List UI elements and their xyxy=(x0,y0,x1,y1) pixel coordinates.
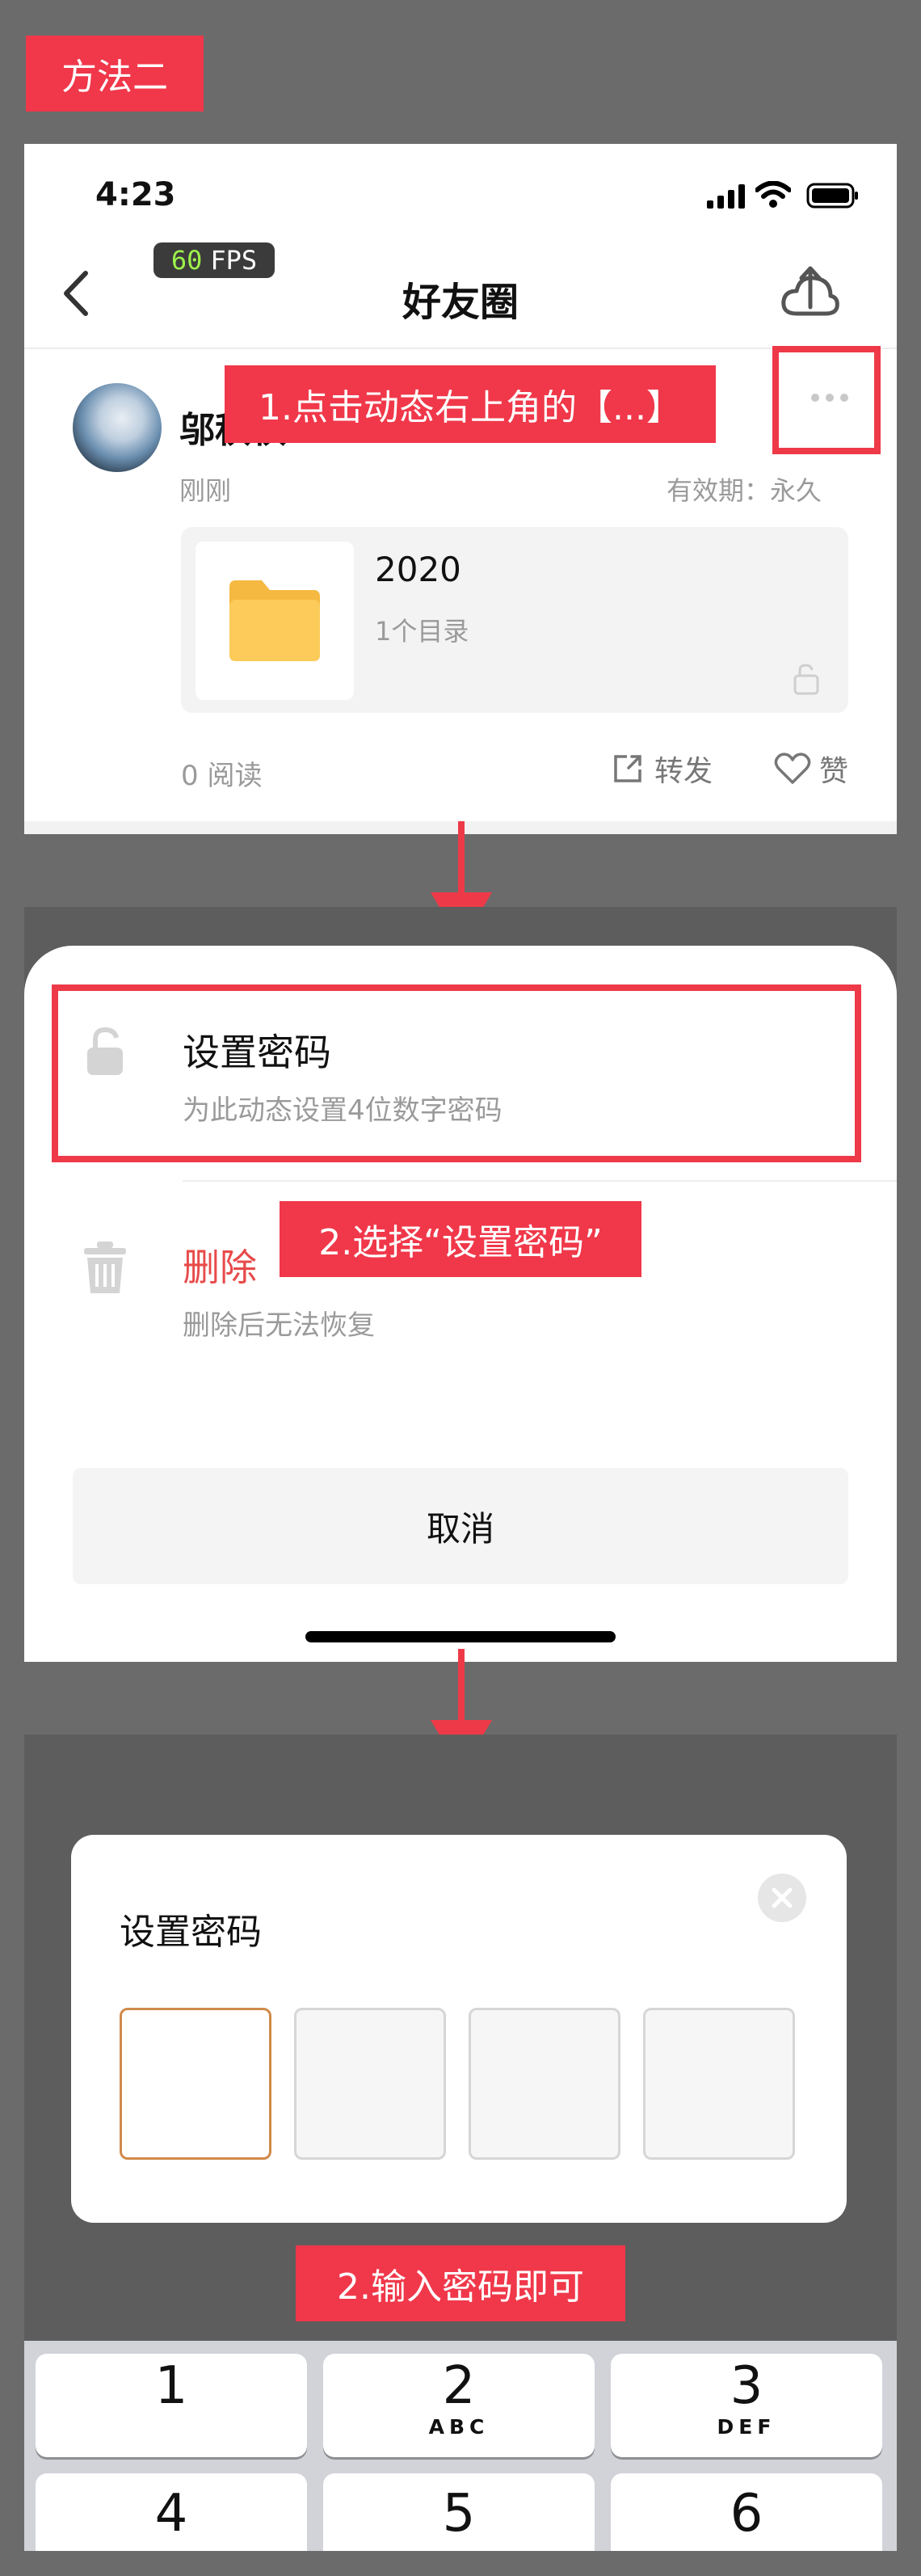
key-4[interactable]: 4 xyxy=(36,2473,307,2551)
delete-desc: 删除后无法恢复 xyxy=(183,1309,375,1342)
key-3-letters: DEF xyxy=(717,2415,776,2439)
key-3[interactable]: 3 DEF xyxy=(611,2354,882,2457)
post-validity: 有效期：永久 xyxy=(667,475,822,506)
password-screen: 设置密码 1 2 ABC 3 DEF 4 5 6 xyxy=(24,1735,897,2551)
page-title: 好友圈 xyxy=(402,280,519,325)
battery-icon xyxy=(806,183,860,209)
key-1-digit: 1 xyxy=(154,2356,188,2416)
key-6-digit: 6 xyxy=(730,2484,763,2544)
home-indicator xyxy=(305,1631,616,1642)
callout-select-set-password: 2.选择“设置密码” xyxy=(280,1201,641,1277)
close-icon[interactable] xyxy=(758,1874,806,1922)
folder-card[interactable]: 2020 1个目录 xyxy=(181,527,848,713)
heart-icon xyxy=(774,752,811,786)
arrow-1-line xyxy=(458,821,465,894)
folder-name: 2020 xyxy=(375,550,461,589)
pin-box-3[interactable] xyxy=(469,2008,620,2160)
numeric-keyboard: 1 2 ABC 3 DEF 4 5 6 xyxy=(24,2341,897,2551)
key-2-digit: 2 xyxy=(442,2356,476,2416)
method-label: 方法二 xyxy=(26,36,204,112)
post-time: 刚刚 xyxy=(179,475,232,506)
trash-icon xyxy=(82,1240,128,1296)
callout-enter-password: 2.输入密码即可 xyxy=(296,2245,625,2321)
password-dialog: 设置密码 xyxy=(71,1835,847,2223)
status-time: 4:23 xyxy=(95,176,176,213)
read-count: 0 阅读 xyxy=(181,760,263,792)
like-button[interactable]: 赞 xyxy=(774,748,848,789)
nav-divider xyxy=(24,348,897,349)
key-2[interactable]: 2 ABC xyxy=(323,2354,595,2457)
arrow-2-line xyxy=(458,1649,465,1722)
pin-box-4[interactable] xyxy=(643,2008,795,2160)
delete-title[interactable]: 删除 xyxy=(183,1238,257,1292)
key-1[interactable]: 1 xyxy=(36,2354,307,2457)
callout-tap-more: 1.点击动态右上角的【...】 xyxy=(225,365,716,443)
key-3-digit: 3 xyxy=(730,2356,763,2416)
forward-button[interactable]: 转发 xyxy=(611,748,713,789)
highlight-set-password xyxy=(52,984,861,1162)
share-icon xyxy=(611,752,645,786)
folder-thumbnail xyxy=(196,542,354,700)
like-label: 赞 xyxy=(819,755,849,788)
folder-icon xyxy=(226,579,323,663)
cancel-button[interactable]: 取消 xyxy=(73,1468,848,1584)
dialog-title: 设置密码 xyxy=(120,1912,262,1953)
key-5[interactable]: 5 xyxy=(323,2473,595,2551)
key-4-digit: 4 xyxy=(154,2484,188,2544)
avatar[interactable] xyxy=(73,383,162,472)
feed-screen: 4:23 60 FPS 好友圈 邬秋秋 刚刚 有效期：永久 2020 1个目录 xyxy=(24,144,897,834)
key-6[interactable]: 6 xyxy=(611,2473,882,2551)
sheet-divider xyxy=(183,1180,897,1182)
unlock-icon xyxy=(792,663,821,695)
wifi-icon xyxy=(755,180,792,209)
pin-box-1[interactable] xyxy=(120,2008,271,2160)
key-2-letters: ABC xyxy=(428,2415,490,2439)
forward-label: 转发 xyxy=(654,755,713,788)
signal-icon xyxy=(707,184,747,209)
key-5-digit: 5 xyxy=(442,2484,476,2544)
folder-meta: 1个目录 xyxy=(375,616,469,647)
highlight-more-button xyxy=(772,346,881,454)
upload-cloud-icon[interactable] xyxy=(780,265,840,322)
pin-box-2[interactable] xyxy=(294,2008,446,2160)
